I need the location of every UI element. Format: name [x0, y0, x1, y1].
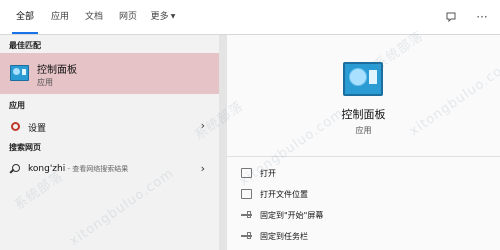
web-search-query: kong'zhi [28, 164, 66, 174]
tab-more[interactable]: 更多 ▼ [146, 0, 180, 34]
pin-icon [241, 231, 252, 241]
action-open[interactable]: 打开 [227, 164, 500, 184]
detail-pane: 控制面板 应用 打开 打开文件位置 固定到"开始"屏幕 固定到任务栏 [227, 35, 500, 250]
action-pin-to-taskbar[interactable]: 固定到任务栏 [227, 227, 500, 247]
detail-separator [227, 156, 500, 157]
folder-icon [241, 189, 252, 199]
results-pane: 最佳匹配 控制面板 应用 应用 设置 › 搜索网页 kong'zhi - 查看网… [0, 35, 219, 250]
detail-title: 控制面板 [341, 108, 386, 121]
chevron-down-icon: ▼ [170, 13, 176, 20]
action-open-file-location[interactable]: 打开文件位置 [227, 185, 500, 205]
open-icon [241, 168, 252, 178]
action-label: 固定到"开始"屏幕 [260, 211, 324, 220]
tab-web[interactable]: 网页 [114, 0, 142, 34]
web-search-label: kong'zhi - 查看网络搜索结果 [28, 164, 128, 174]
more-options-icon[interactable]: ··· [473, 8, 491, 26]
best-match-subtitle: 应用 [37, 78, 53, 87]
apps-header: 应用 [9, 101, 25, 110]
best-match-item[interactable]: 控制面板 应用 [0, 53, 219, 94]
action-label: 固定到任务栏 [260, 232, 308, 241]
pin-icon [241, 210, 252, 220]
chevron-right-icon[interactable]: › [201, 119, 205, 132]
tab-all[interactable]: 全部 [10, 0, 40, 34]
search-icon [9, 163, 21, 175]
web-search-item[interactable]: kong'zhi - 查看网络搜索结果 › [0, 159, 219, 181]
chevron-right-icon[interactable]: › [201, 162, 205, 175]
web-search-hint: - 查看网络搜索结果 [65, 165, 129, 173]
pane-divider [219, 35, 227, 250]
tab-documents[interactable]: 文档 [80, 0, 108, 34]
detail-subtitle: 应用 [355, 126, 372, 135]
control-panel-icon [10, 65, 29, 81]
search-tabs-bar: 全部 应用 文档 网页 更多 ▼ ··· [0, 0, 500, 35]
action-label: 打开 [260, 169, 276, 178]
best-match-title: 控制面板 [37, 65, 77, 76]
app-item-label: 设置 [28, 124, 47, 134]
gear-icon [9, 120, 21, 132]
tab-apps[interactable]: 应用 [46, 0, 74, 34]
action-label: 打开文件位置 [260, 190, 308, 199]
best-match-header: 最佳匹配 [9, 41, 41, 50]
web-search-header: 搜索网页 [9, 143, 41, 152]
feedback-icon[interactable] [442, 8, 460, 26]
action-pin-to-start[interactable]: 固定到"开始"屏幕 [227, 206, 500, 226]
control-panel-icon [343, 62, 383, 96]
app-item-settings[interactable]: 设置 › [0, 116, 219, 138]
